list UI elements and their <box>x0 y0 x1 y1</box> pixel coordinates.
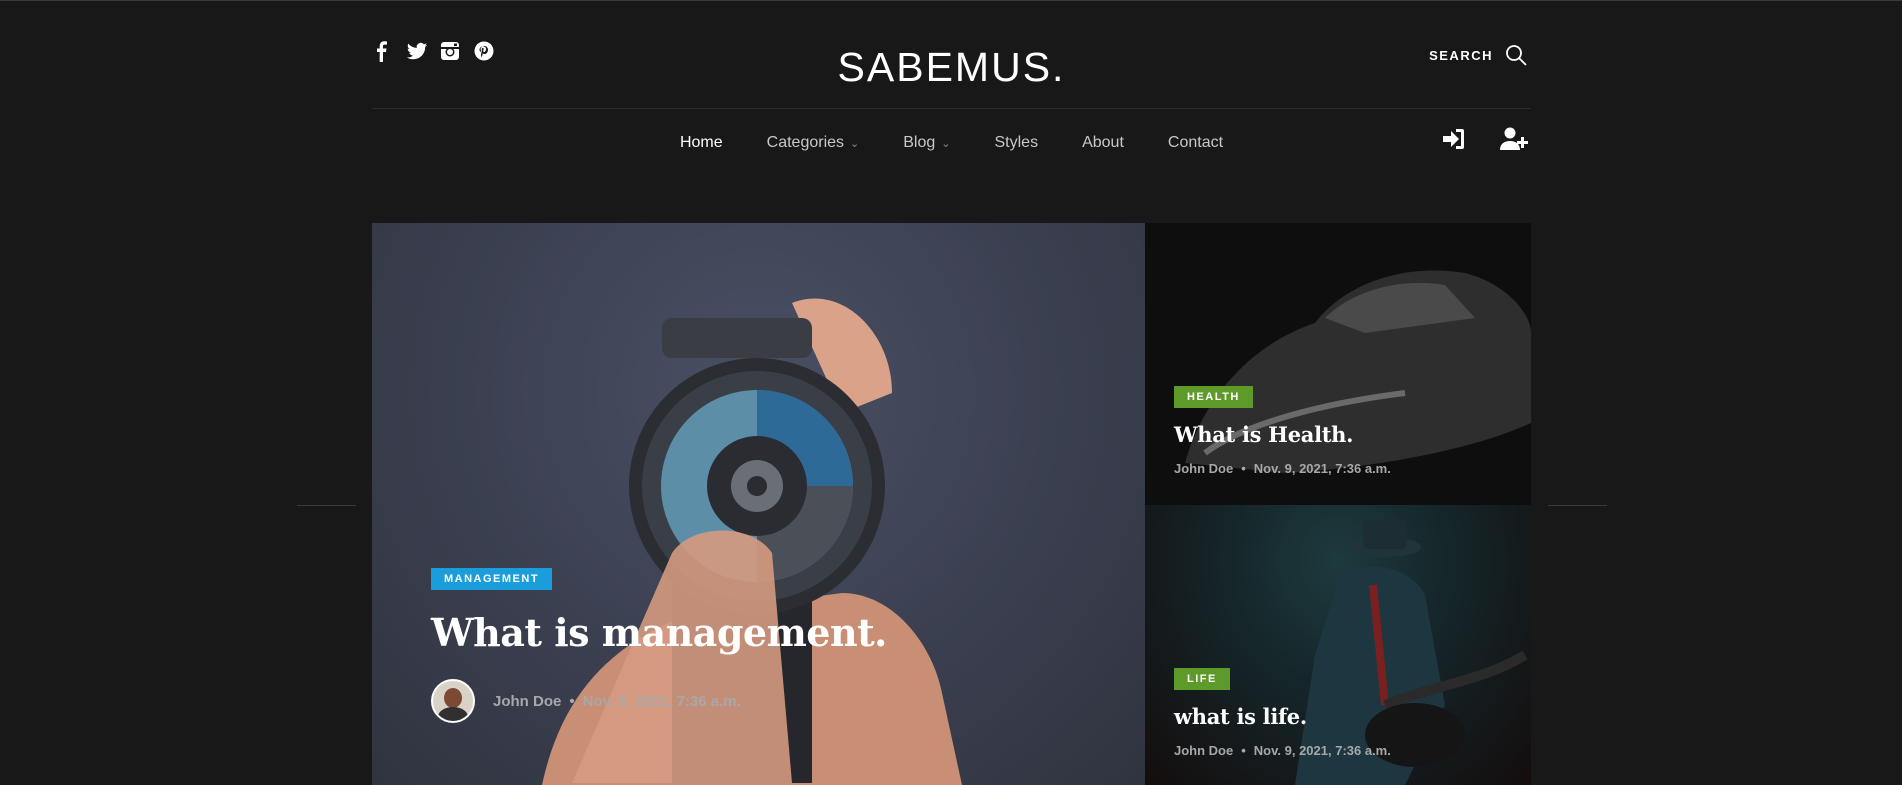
nav-item-home[interactable]: Home <box>658 134 745 152</box>
nav-label: About <box>1082 134 1124 151</box>
nav-item-about[interactable]: About <box>1060 134 1146 152</box>
post-title[interactable]: what is life. <box>1174 704 1391 729</box>
post-date: Nov. 9, 2021, 7:36 a.m. <box>1253 461 1391 476</box>
post-title[interactable]: What is Health. <box>1174 422 1391 447</box>
nav-label: Home <box>679 134 723 151</box>
post-date: Nov. 9, 2021, 7:36 a.m. <box>582 692 741 710</box>
nav-label: Blog <box>903 134 936 151</box>
account-actions <box>1441 126 1531 152</box>
nav-label: Styles <box>994 134 1039 151</box>
sign-in-icon[interactable] <box>1441 126 1467 152</box>
nav-item-blog[interactable]: Blog ⌄ <box>881 134 972 152</box>
search-icon <box>1506 45 1527 66</box>
post-author[interactable]: John Doe <box>1174 461 1233 476</box>
user-plus-icon[interactable] <box>1499 126 1531 152</box>
header-divider <box>372 108 1531 109</box>
category-badge[interactable]: MANAGEMENT <box>431 568 553 590</box>
category-badge[interactable]: LIFE <box>1174 668 1230 690</box>
decorative-line-left <box>297 505 356 506</box>
nav-label: Contact <box>1167 134 1224 151</box>
side-post-content: LIFE what is life. John Doe • Nov. 9, 2021… <box>1174 668 1391 758</box>
side-post-content: HEALTH What is Health. John Doe • Nov. 9, … <box>1174 386 1391 476</box>
main-nav: Home Categories ⌄ Blog ⌄ Styles About Cont… <box>372 134 1531 152</box>
post-meta: John Doe • Nov. 9, 2021, 7:36 a.m. <box>1174 461 1391 476</box>
post-author[interactable]: John Doe <box>493 693 561 710</box>
search-label: SEARCH <box>1429 47 1493 63</box>
post-author[interactable]: John Doe <box>1174 743 1233 758</box>
post-date: Nov. 9, 2021, 7:36 a.m. <box>1253 743 1391 758</box>
post-title[interactable]: What is management. <box>431 610 887 655</box>
side-post-health[interactable]: HEALTH What is Health. John Doe • Nov. 9, … <box>1145 223 1531 505</box>
avatar <box>431 679 475 723</box>
separator-dot: • <box>1241 461 1246 476</box>
site-logo[interactable]: SABEMUS. <box>372 44 1531 91</box>
search-button[interactable]: SEARCH <box>1429 44 1527 66</box>
post-meta: John Doe • Nov. 9, 2021, 7:36 a.m. <box>431 679 887 723</box>
side-post-life[interactable]: LIFE what is life. John Doe • Nov. 9, 2021… <box>1145 505 1531 785</box>
category-badge[interactable]: HEALTH <box>1174 386 1253 408</box>
nav-item-contact[interactable]: Contact <box>1146 134 1245 152</box>
chevron-down-icon: ⌄ <box>941 137 951 150</box>
post-meta: John Doe • Nov. 9, 2021, 7:36 a.m. <box>1174 743 1391 758</box>
featured-post[interactable]: MANAGEMENT What is management. John Doe •… <box>372 223 1145 785</box>
featured-post-content: MANAGEMENT What is management. John Doe •… <box>431 568 887 723</box>
nav-item-styles[interactable]: Styles <box>973 134 1061 152</box>
chevron-down-icon: ⌄ <box>850 137 860 150</box>
page-container: SABEMUS. SEARCH Home Categories ⌄ Blog ⌄ S… <box>372 0 1531 785</box>
separator-dot: • <box>569 692 575 710</box>
separator-dot: • <box>1241 743 1246 758</box>
decorative-line-right <box>1548 505 1607 506</box>
nav-label: Categories <box>766 134 845 151</box>
nav-item-categories[interactable]: Categories ⌄ <box>745 134 882 152</box>
